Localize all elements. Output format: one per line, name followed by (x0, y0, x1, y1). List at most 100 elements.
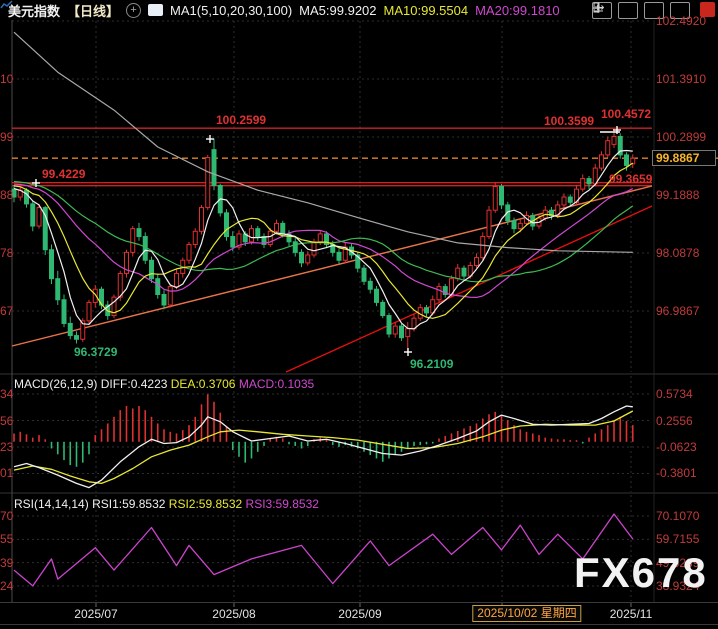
candle-body (192, 230, 198, 245)
candle-body (480, 236, 486, 259)
candle-body (174, 272, 179, 288)
rsi-axis-label-left: 55 (0, 532, 14, 547)
time-axis: 2025/07 2025/08 2025/09 2025/11 2025/10/… (0, 602, 718, 625)
candle-body (611, 135, 617, 145)
candle-body (311, 241, 317, 256)
macd-axis-label-left: 23 (0, 439, 14, 454)
macd-axis-label: -0.0623 (656, 439, 697, 454)
candle-body (374, 288, 379, 303)
candle-body (167, 286, 173, 306)
current-price-axis-label: 99.8867 (652, 150, 716, 167)
candle-body (161, 293, 167, 306)
candle-body (317, 233, 323, 243)
y-axis-label: 96.9867 (656, 303, 700, 318)
macd-dea-value: DEA:0.3706 (170, 377, 236, 391)
candle-body (274, 222, 279, 232)
candle-body (561, 196, 567, 206)
rsi-axis-label-left: 39 (0, 555, 14, 570)
price-annotation: 100.4572 (601, 107, 652, 121)
y-axis-label: 100.2899 (656, 129, 707, 144)
candle-body (517, 222, 523, 230)
candle-body (367, 280, 373, 290)
time-label: 2025/11 (609, 607, 653, 621)
highlighted-date-label: 2025/10/02 星期四 (472, 605, 582, 622)
ma5-line (13, 149, 633, 330)
candle-body (224, 212, 229, 238)
macd-macd-value: MACD:0.1035 (238, 377, 315, 391)
macd-axis-label-left: 01 (0, 466, 14, 481)
candle-body (474, 257, 479, 267)
candle-body (130, 228, 136, 253)
candle-body (399, 325, 404, 339)
macd-axis-label-left: 34 (0, 387, 14, 402)
candle-body (392, 325, 398, 335)
y-axis-label-left: 88 (0, 187, 14, 202)
y-axis-label-left: 67 (0, 303, 14, 318)
candle-body (149, 259, 154, 280)
rsi1-value: RSI1:59.8532 (92, 497, 166, 511)
rsi-axis-label: 70.1070 (656, 509, 700, 523)
candle-body (492, 186, 498, 211)
candle-body (605, 140, 611, 156)
macd-diff-value: DIFF:0.4223 (100, 377, 168, 391)
candle-body (24, 189, 29, 205)
candle-body (186, 243, 192, 261)
candle-body (499, 186, 504, 206)
candle-body (336, 251, 342, 261)
rsi-axis-label-left: 70 (0, 509, 14, 523)
y-axis-label: 101.3910 (656, 71, 707, 86)
candle-body (67, 322, 73, 337)
trendline-b (285, 205, 653, 373)
candle-body (361, 267, 367, 282)
candle-body (511, 220, 517, 230)
candle-body (586, 178, 592, 185)
candle-body (305, 254, 311, 264)
price-annotation: 99.4229 (42, 167, 86, 181)
price-annotation: 96.2109 (410, 357, 454, 371)
candle-body (255, 228, 261, 238)
candle-body (386, 315, 392, 335)
price-annotation: 100.3599 (544, 114, 595, 128)
candle-body (205, 157, 211, 209)
candle-body (599, 154, 604, 169)
rsi-header: RSI(14,14,14) RSI1:59.8532 RSI2:59.8532 … (14, 497, 319, 511)
candle-body (461, 267, 467, 277)
candle-body (486, 209, 492, 238)
watermark: FX678 (574, 549, 708, 596)
candle-body (74, 335, 79, 340)
candle-body (199, 207, 204, 232)
price-annotation: 96.3729 (74, 345, 118, 359)
candle-body (436, 286, 442, 301)
macd-axis-label: 0.2556 (656, 413, 693, 428)
candle-body (624, 154, 629, 166)
candle-body (380, 301, 386, 317)
candle-body (567, 196, 573, 203)
candle-body (580, 178, 586, 190)
candle-body (292, 241, 298, 253)
chart-canvas[interactable] (0, 0, 718, 629)
candle-body (86, 301, 92, 322)
y-axis-label-left: 99 (0, 129, 14, 144)
time-label: 2025/09 (338, 607, 382, 621)
y-axis-label: 99.1888 (656, 187, 700, 202)
candle-body (30, 203, 36, 227)
price-annotation: 100.2599 (216, 113, 267, 127)
candle-body (230, 236, 236, 248)
candle-body (299, 251, 304, 264)
candle-body (55, 278, 61, 301)
y-axis-label-left: 10 (0, 71, 14, 86)
candle-body (405, 328, 411, 338)
macd-title: MACD(26,12,9) (14, 377, 98, 391)
candle-body (36, 207, 42, 227)
time-label: 2025/08 (212, 607, 256, 621)
candle-body (155, 278, 161, 295)
candle-body (211, 149, 217, 186)
candle-body (455, 267, 461, 280)
rsi2-value: RSI2:59.8532 (168, 497, 243, 511)
y-axis-label: 102.4920 (656, 14, 707, 28)
rsi-line (13, 513, 634, 587)
candle-body (249, 228, 254, 243)
candle-body (424, 307, 429, 314)
candle-body (61, 299, 67, 324)
y-axis-label: 98.0878 (656, 245, 700, 260)
